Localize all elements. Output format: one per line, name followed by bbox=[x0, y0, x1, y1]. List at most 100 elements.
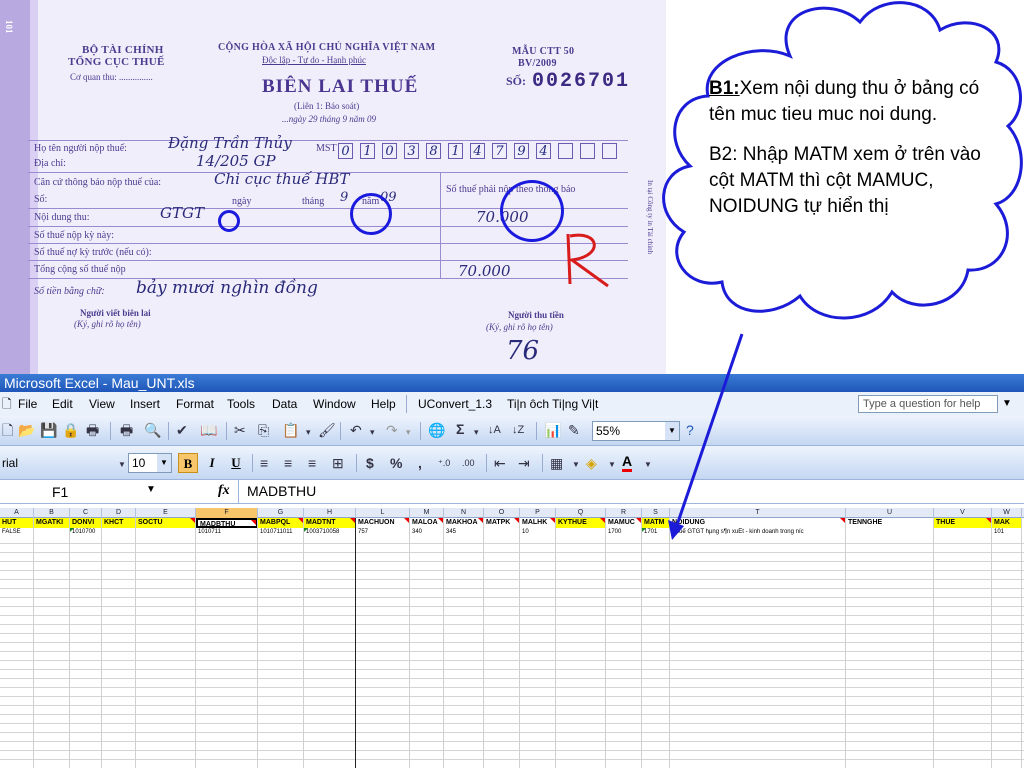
data-cell[interactable]: 1010700 bbox=[70, 528, 102, 537]
field-header-cell[interactable]: NOIDUNG bbox=[670, 518, 846, 528]
font-name-dropdown-icon[interactable]: ▼ bbox=[118, 457, 126, 473]
column-header-t[interactable]: T bbox=[670, 508, 846, 518]
field-header-cell[interactable]: KYTHUE bbox=[556, 518, 606, 528]
column-header-q[interactable]: Q bbox=[556, 508, 606, 518]
borders-dropdown-icon[interactable]: ▼ bbox=[572, 457, 580, 473]
paste-dropdown-icon[interactable]: ▾ bbox=[306, 424, 311, 440]
decrease-indent-icon[interactable]: ⇤ bbox=[494, 455, 506, 471]
data-cell[interactable]: 1701 bbox=[642, 528, 670, 537]
research-icon[interactable]: 📖 bbox=[200, 422, 217, 438]
data-cell[interactable]: 1700 bbox=[606, 528, 642, 537]
data-cell[interactable] bbox=[102, 528, 136, 537]
align-right-icon[interactable]: ≡ bbox=[308, 455, 316, 471]
data-cell[interactable] bbox=[34, 528, 70, 537]
data-cell[interactable]: 1010711 bbox=[196, 528, 258, 537]
data-cell[interactable] bbox=[556, 528, 606, 537]
column-header-p[interactable]: P bbox=[520, 508, 556, 518]
comma-button[interactable]: , bbox=[418, 455, 422, 471]
increase-decimal-icon[interactable]: ⁺.0 bbox=[438, 455, 450, 471]
field-header-cell[interactable]: MATM bbox=[642, 518, 670, 528]
column-header-f[interactable]: F bbox=[196, 508, 258, 518]
italic-button[interactable]: I bbox=[202, 453, 222, 473]
fx-icon[interactable]: fx bbox=[218, 483, 230, 499]
increase-indent-icon[interactable]: ⇥ bbox=[518, 455, 530, 471]
column-header-h[interactable]: H bbox=[304, 508, 356, 518]
menu-window[interactable]: Window bbox=[313, 392, 356, 416]
column-header-c[interactable]: C bbox=[70, 508, 102, 518]
field-header-cell[interactable]: HUT bbox=[0, 518, 34, 528]
autosum-icon[interactable]: Σ bbox=[456, 421, 464, 437]
menu-view[interactable]: View bbox=[89, 392, 115, 416]
field-header-cell[interactable]: MAKHOA bbox=[444, 518, 484, 528]
menu-format[interactable]: Format bbox=[176, 392, 214, 416]
zoom-select[interactable]: 55% ▼ bbox=[592, 421, 680, 441]
field-header-cell[interactable]: MADBTHU bbox=[196, 518, 258, 528]
underline-button[interactable]: U bbox=[226, 453, 246, 473]
sort-descending-icon[interactable]: ↓Z bbox=[512, 422, 524, 438]
font-size-dropdown-icon[interactable]: ▼ bbox=[157, 454, 171, 472]
print-icon[interactable]: 🖶 bbox=[86, 422, 99, 438]
column-header-b[interactable]: B bbox=[34, 508, 70, 518]
merge-center-icon[interactable]: ⊞ bbox=[332, 455, 344, 471]
borders-icon[interactable]: ▦ bbox=[550, 455, 563, 471]
column-header-n[interactable]: N bbox=[444, 508, 484, 518]
font-name[interactable]: rial bbox=[2, 455, 18, 471]
hyperlink-icon[interactable]: 🌐 bbox=[428, 422, 445, 438]
menu-insert[interactable]: Insert bbox=[130, 392, 160, 416]
field-header-cell[interactable]: MABPQL bbox=[258, 518, 304, 528]
autosum-dropdown-icon[interactable]: ▾ bbox=[474, 424, 479, 440]
chart-wizard-icon[interactable]: 📊 bbox=[544, 422, 561, 438]
field-header-cell[interactable]: MACHUON bbox=[356, 518, 410, 528]
bold-button[interactable]: B bbox=[178, 453, 198, 473]
data-cell[interactable]: 757 bbox=[356, 528, 410, 537]
undo-dropdown-icon[interactable]: ▾ bbox=[370, 424, 375, 440]
data-cell[interactable] bbox=[934, 528, 992, 537]
redo-dropdown-icon[interactable]: ▾ bbox=[406, 424, 411, 440]
print-preview-icon[interactable]: 🖶 bbox=[120, 422, 133, 438]
worksheet-grid[interactable]: ABCDEFGHLMNOPQRSTUVW HUT MGATKI DONVI KHCT S… bbox=[0, 508, 1024, 768]
paste-icon[interactable]: 📋 bbox=[282, 422, 299, 438]
data-cell[interactable] bbox=[484, 528, 520, 537]
column-header-g[interactable]: G bbox=[258, 508, 304, 518]
column-header-a[interactable]: A bbox=[0, 508, 34, 518]
data-cell[interactable]: 101 bbox=[992, 528, 1022, 537]
field-header-cell[interactable]: THUE bbox=[934, 518, 992, 528]
data-cell[interactable]: 345 bbox=[444, 528, 484, 537]
column-header-s[interactable]: S bbox=[642, 508, 670, 518]
decrease-decimal-icon[interactable]: .00 bbox=[462, 455, 475, 471]
column-header-r[interactable]: R bbox=[606, 508, 642, 518]
data-cell[interactable]: 10 bbox=[520, 528, 556, 537]
data-cell[interactable]: 1003710058 bbox=[304, 528, 356, 537]
column-header-u[interactable]: U bbox=[846, 508, 934, 518]
copy-icon[interactable]: ⎘ bbox=[258, 422, 269, 438]
permission-icon[interactable]: 🔒 bbox=[62, 422, 79, 438]
formula-input[interactable]: MADBTHU bbox=[238, 480, 1024, 503]
help-dropdown-icon[interactable]: ▼ bbox=[1002, 395, 1012, 413]
help-search-input[interactable]: Type a question for help bbox=[858, 395, 998, 413]
menu-tien-ich[interactable]: Ti|n ôch Ti|ng Vi|t bbox=[507, 392, 598, 416]
column-header-o[interactable]: O bbox=[484, 508, 520, 518]
column-header-d[interactable]: D bbox=[102, 508, 136, 518]
data-cell[interactable]: 1010711011 bbox=[258, 528, 304, 537]
column-header-l[interactable]: L bbox=[356, 508, 410, 518]
fill-color-icon[interactable]: ◈ bbox=[586, 455, 597, 471]
field-header-cell[interactable]: MAK bbox=[992, 518, 1022, 528]
sort-ascending-icon[interactable]: ↓A bbox=[488, 422, 501, 438]
drawing-icon[interactable]: ✎ bbox=[568, 422, 580, 438]
help-icon[interactable]: ? bbox=[686, 422, 694, 438]
currency-button[interactable]: $ bbox=[366, 455, 374, 471]
menu-tools[interactable]: Tools bbox=[227, 392, 255, 416]
open-icon[interactable]: 📂 bbox=[18, 422, 35, 438]
font-size-select[interactable]: 10 ▼ bbox=[128, 453, 172, 473]
search-icon[interactable]: 🔍 bbox=[144, 422, 161, 438]
column-header-w[interactable]: W bbox=[992, 508, 1022, 518]
spelling-icon[interactable]: ✔ bbox=[176, 422, 188, 438]
column-header-v[interactable]: V bbox=[934, 508, 992, 518]
field-header-cell[interactable]: MALOA bbox=[410, 518, 444, 528]
field-header-cell[interactable]: TENNGHE bbox=[846, 518, 934, 528]
redo-icon[interactable]: ↷ bbox=[386, 422, 398, 438]
save-icon[interactable]: 💾 bbox=[40, 422, 57, 438]
align-left-icon[interactable]: ≡ bbox=[260, 455, 268, 471]
column-header-e[interactable]: E bbox=[136, 508, 196, 518]
menu-data[interactable]: Data bbox=[272, 392, 297, 416]
